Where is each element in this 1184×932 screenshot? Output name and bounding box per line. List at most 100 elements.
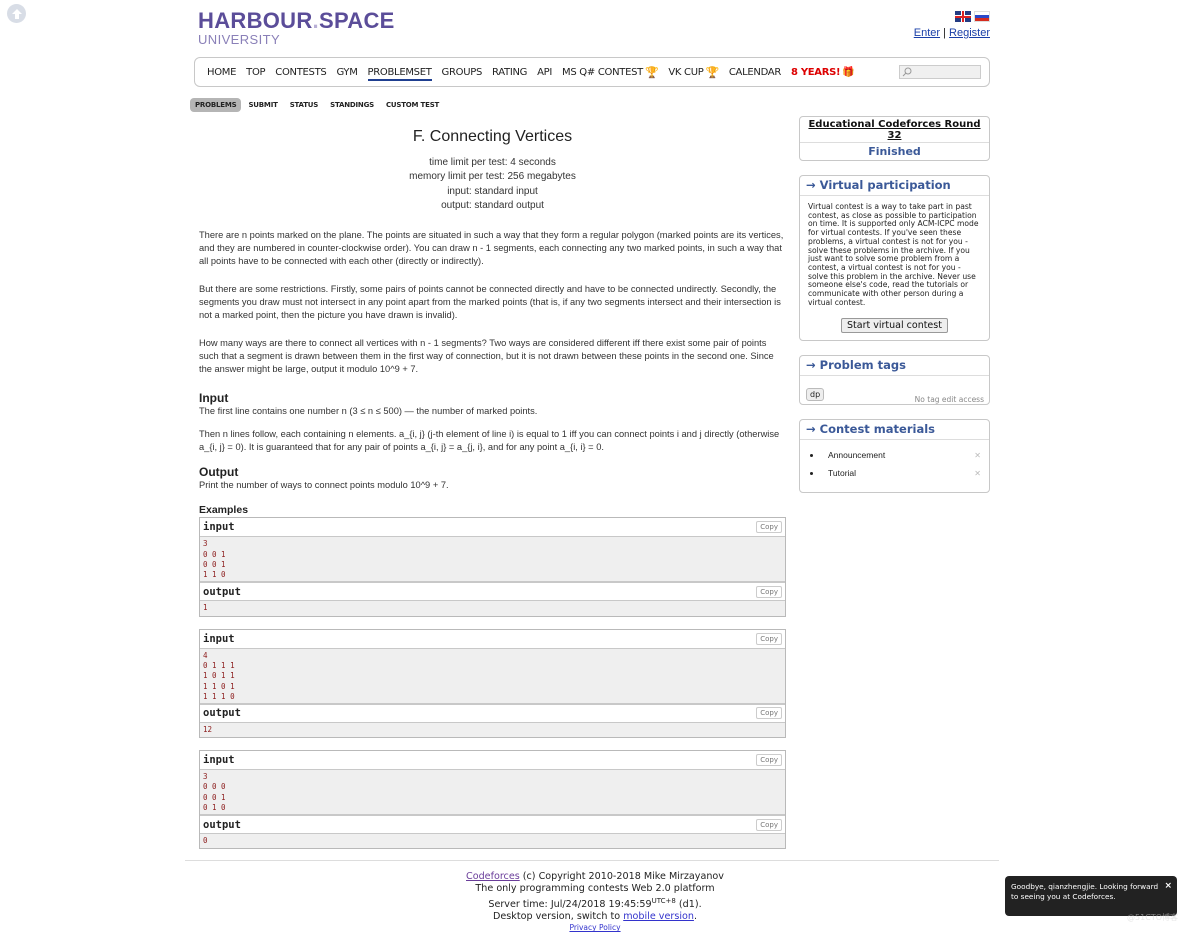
nav-8-years[interactable]: 8 YEARS! 🎁: [790, 66, 855, 78]
nav-label: HOME: [207, 66, 237, 78]
problem-statement: F. Connecting Vertices time limit per te…: [199, 128, 786, 850]
material-tutorial-link[interactable]: Tutorial: [828, 468, 974, 478]
copy-button[interactable]: Copy: [756, 521, 782, 534]
auth-links: Enter | Register: [914, 27, 990, 39]
trophy-icon: 🏆: [705, 65, 719, 79]
contest-materials-box: → Contest materials Announcement ✕ Tutori…: [799, 419, 990, 494]
nav-ms-qsharp-contest[interactable]: MS Q# CONTEST 🏆: [562, 66, 659, 79]
input-label: input: [203, 521, 235, 534]
material-item[interactable]: Tutorial ✕: [810, 468, 981, 478]
tag-dp[interactable]: dp: [806, 388, 825, 402]
copyright-text: (c) Copyright 2010-2018 Mike Mirzayanov: [519, 871, 724, 882]
material-item[interactable]: Announcement ✕: [810, 450, 981, 460]
nav-groups[interactable]: GROUPS: [441, 66, 483, 78]
example-block: input Copy 3 0 0 0 0 0 1 0 1 0 output Copy…: [199, 750, 786, 850]
tab-custom-test[interactable]: CUSTOM TEST: [381, 98, 444, 112]
russian-flag-icon[interactable]: [974, 11, 990, 22]
example-output-header: output Copy: [200, 815, 785, 834]
goodbye-toast: Goodbye, qianzhengjie. Looking forward t…: [1005, 876, 1177, 916]
nav-label: API: [537, 66, 553, 78]
nav-api[interactable]: API: [537, 67, 552, 78]
logo-text: HARBOUR: [198, 8, 313, 33]
close-icon: ✕: [974, 468, 981, 478]
watermark: @51CTO博客: [1127, 913, 1178, 922]
start-virtual-contest-button[interactable]: Start virtual contest: [841, 318, 948, 334]
privacy-policy-link[interactable]: Privacy Policy: [569, 923, 620, 932]
nav-label: MS Q# CONTEST: [562, 66, 643, 78]
nav-label: CALENDAR: [728, 66, 781, 78]
nav-contests[interactable]: CONTESTS: [275, 67, 326, 78]
codeforces-link[interactable]: Codeforces: [466, 871, 520, 882]
example-output: 12: [200, 722, 785, 737]
example-input: 3 0 0 1 0 0 1 1 1 0: [200, 537, 785, 583]
register-link[interactable]: Register: [949, 27, 990, 39]
input-spec-paragraph: Then n lines follow, each containing n e…: [199, 429, 780, 453]
scroll-to-top-button[interactable]: [7, 4, 26, 23]
footer: Codeforces (c) Copyright 2010-2018 Mike …: [400, 871, 790, 932]
gift-icon: 🎁: [842, 66, 855, 78]
tab-status[interactable]: STATUS: [285, 98, 323, 112]
nav-problemset[interactable]: PROBLEMSET: [367, 67, 432, 81]
copy-button[interactable]: Copy: [756, 707, 782, 720]
footer-tagline: The only programming contests Web 2.0 pl…: [475, 883, 715, 894]
server-suffix: (d1).: [675, 899, 702, 911]
server-time-value: Server time: Jul/24/2018 19:45:59: [488, 899, 652, 911]
mobile-version-link[interactable]: mobile version: [623, 911, 694, 922]
example-input: 4 0 1 1 1 1 0 1 1 1 1 0 1 1 1 1 0: [200, 648, 785, 704]
copy-button[interactable]: Copy: [756, 632, 782, 645]
nav-gym[interactable]: GYM: [336, 67, 357, 78]
memory-limit: memory limit per test: 256 megabytes: [409, 171, 576, 183]
close-icon: ✕: [974, 450, 981, 460]
tab-standings[interactable]: STANDINGS: [325, 98, 379, 112]
bullet-icon: [810, 471, 813, 475]
copy-button[interactable]: Copy: [756, 754, 782, 766]
input-label: input: [203, 632, 235, 645]
problem-title: F. Connecting Vertices: [412, 128, 573, 145]
contest-materials-caption: → Contest materials: [800, 420, 989, 441]
input-file: input: standard input: [447, 185, 538, 197]
tab-problems[interactable]: PROBLEMS: [190, 98, 242, 112]
tab-submit[interactable]: SUBMIT: [243, 98, 282, 112]
output-label: output: [203, 818, 241, 831]
output-spec-paragraph: Print the number of ways to connect poin…: [199, 480, 449, 491]
example-input: 3 0 0 0 0 0 1 0 1 0: [200, 770, 785, 815]
logo-subtitle: UNIVERSITY: [198, 32, 281, 47]
copy-button[interactable]: Copy: [756, 818, 782, 831]
nav-vk-cup[interactable]: VK CUP 🏆: [668, 66, 719, 79]
search-input[interactable]: [899, 65, 981, 79]
contest-name-link[interactable]: Educational Codeforces Round 32: [800, 117, 989, 143]
nav-label: RATING: [492, 66, 528, 78]
problemset-subnav: PROBLEMS SUBMIT STATUS STANDINGS CUSTOM …: [190, 98, 446, 112]
material-announcement-link[interactable]: Announcement: [828, 450, 974, 460]
server-timezone: UTC+8: [651, 897, 676, 905]
nav-top[interactable]: TOP: [246, 67, 265, 78]
nav-label: GROUPS: [441, 66, 483, 78]
copy-button[interactable]: Copy: [756, 585, 782, 598]
example-output: 1: [200, 601, 785, 616]
example-input-header: input Copy: [200, 518, 785, 538]
output-label: output: [203, 585, 241, 598]
statement-paragraph: There are n points marked on the plane. …: [199, 230, 784, 267]
english-flag-icon[interactable]: [955, 11, 971, 22]
nav-rating[interactable]: RATING: [492, 67, 527, 78]
harbour-space-logo[interactable]: HARBOUR.SPACE UNIVERSITY: [198, 9, 395, 47]
examples-title: Examples: [199, 504, 249, 517]
nav-calendar[interactable]: CALENDAR: [729, 67, 781, 78]
problem-limits: time limit per test: 4 seconds memory li…: [199, 156, 786, 213]
desktop-version-text: Desktop version, switch to: [492, 911, 624, 923]
search-icon: [902, 67, 912, 77]
input-section-title: Input: [199, 391, 229, 406]
no-tag-edit-note: No tag edit access: [914, 395, 984, 405]
nav-label: GYM: [336, 66, 358, 78]
main-menu: HOME TOP CONTESTS GYM PROBLEMSET GROUPS …: [194, 57, 990, 87]
close-icon[interactable]: ×: [1164, 881, 1172, 891]
sidebar: Educational Codeforces Round 32 Finished…: [799, 116, 990, 507]
enter-link[interactable]: Enter: [914, 27, 940, 39]
output-file: output: standard output: [441, 199, 544, 211]
example-block: input Copy 3 0 0 1 0 0 1 1 1 0 output Copy…: [199, 517, 786, 617]
nav-home[interactable]: HOME: [207, 67, 236, 78]
example-output: 0: [200, 834, 785, 849]
language-switcher: [955, 11, 990, 22]
virtual-participation-caption: → Virtual participation: [800, 176, 989, 196]
nav-label: 8 YEARS!: [790, 66, 841, 78]
